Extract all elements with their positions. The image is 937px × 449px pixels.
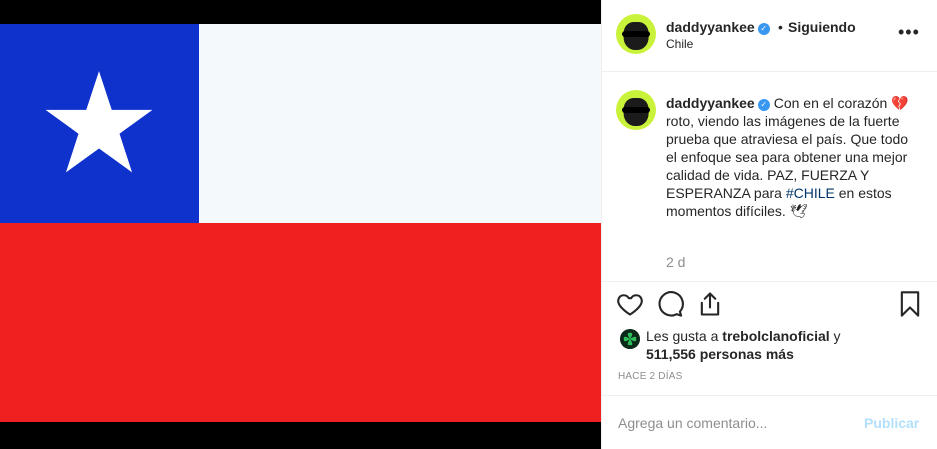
caption-time: 2 d bbox=[666, 254, 686, 270]
likes-count-link[interactable]: 511,556 personas más bbox=[646, 346, 794, 362]
avatar-glasses bbox=[622, 106, 650, 114]
chile-flag-image bbox=[0, 24, 601, 422]
header-separator: • bbox=[778, 19, 783, 35]
share-icon[interactable] bbox=[696, 290, 724, 318]
post-media[interactable] bbox=[0, 0, 601, 449]
clover-icon bbox=[620, 329, 640, 349]
liked-by-username[interactable]: trebolclanoficial bbox=[722, 328, 829, 344]
author-username[interactable]: daddyyankee ✓ bbox=[666, 19, 770, 35]
action-bar bbox=[602, 290, 937, 322]
more-options-button[interactable]: ••• bbox=[898, 22, 920, 43]
flag-red-stripe bbox=[0, 223, 601, 422]
heart-icon[interactable] bbox=[616, 290, 644, 318]
caption-author-username-text[interactable]: daddyyankee bbox=[666, 95, 755, 111]
following-button[interactable]: Siguiendo bbox=[788, 19, 856, 35]
bookmark-icon[interactable] bbox=[896, 290, 924, 318]
hashtag-link[interactable]: #CHILE bbox=[786, 185, 835, 201]
likes-line: Les gusta a trebolclanoficial y bbox=[646, 328, 841, 344]
liker-avatar[interactable] bbox=[620, 329, 640, 349]
post-timestamp[interactable]: HACE 2 DÍAS bbox=[618, 371, 682, 382]
post-sidebar: daddyyankee ✓ • Siguiendo Chile ••• daddy… bbox=[601, 0, 937, 449]
post-header: daddyyankee ✓ • Siguiendo Chile ••• bbox=[602, 0, 937, 72]
publish-button[interactable]: Publicar bbox=[864, 415, 919, 431]
caption-author-avatar[interactable] bbox=[616, 90, 656, 130]
verified-badge-icon: ✓ bbox=[757, 99, 770, 111]
caption-section: daddyyankee ✓ Con en el corazón 💔 roto, vi… bbox=[602, 72, 937, 282]
likes-prefix: Les gusta a bbox=[646, 328, 723, 344]
author-avatar[interactable] bbox=[616, 14, 656, 54]
author-username-text[interactable]: daddyyankee bbox=[666, 19, 755, 35]
avatar-glasses bbox=[622, 30, 650, 38]
comment-icon[interactable] bbox=[656, 290, 684, 318]
caption-text: daddyyankee ✓ Con en el corazón 💔 roto, vi… bbox=[666, 94, 922, 220]
location-link[interactable]: Chile bbox=[666, 37, 693, 51]
verified-badge-icon: ✓ bbox=[757, 23, 770, 35]
caption-author-username[interactable]: daddyyankee ✓ bbox=[666, 95, 770, 111]
likes-connector: y bbox=[829, 328, 841, 344]
flag-star-icon bbox=[45, 71, 153, 173]
likes-section: Les gusta a trebolclanoficial y 511,556 … bbox=[618, 327, 928, 363]
comment-form: Publicar bbox=[602, 395, 937, 449]
comment-input[interactable] bbox=[618, 412, 858, 434]
